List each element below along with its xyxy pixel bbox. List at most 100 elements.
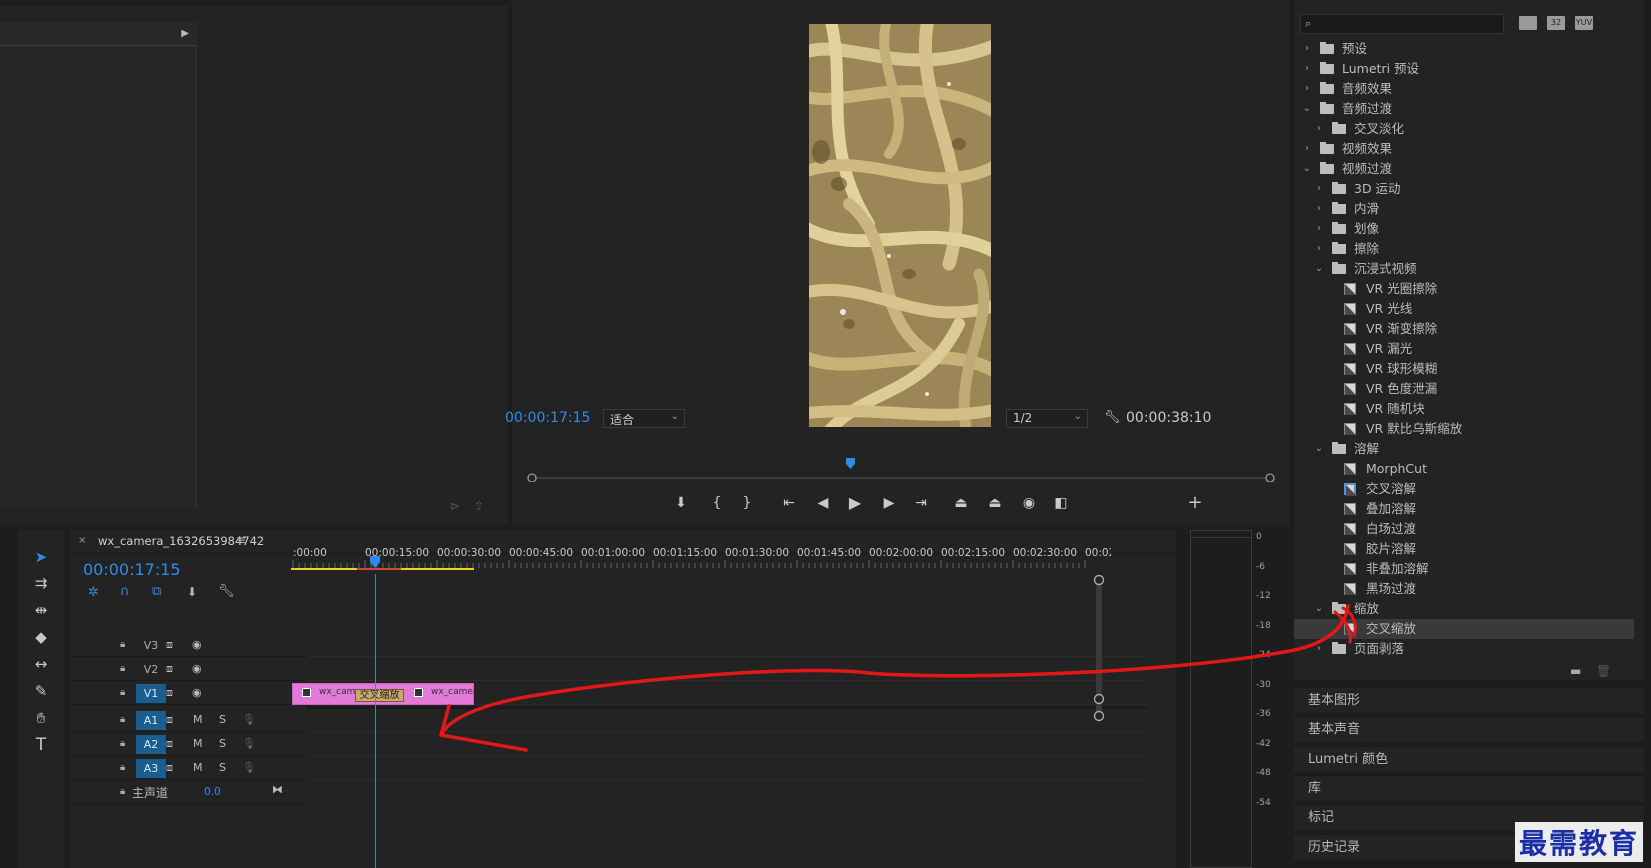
microphone-icon[interactable]: 🎙︎	[242, 737, 256, 750]
step-back-icon[interactable]: ◀︎	[814, 494, 832, 512]
selection-tool-icon[interactable]: ➤	[30, 546, 52, 568]
chevron-right-icon[interactable]: ›	[1302, 139, 1312, 159]
program-playhead[interactable]	[846, 458, 855, 469]
effects-folder[interactable]: › 音频效果	[1294, 79, 1634, 99]
effects-item[interactable]: 胶片溶解	[1294, 539, 1634, 559]
chevron-right-icon[interactable]: ›	[1314, 639, 1324, 659]
track-area-master[interactable]	[306, 781, 1146, 804]
effects-item[interactable]: VR 球形模糊	[1294, 359, 1634, 379]
chevron-right-icon[interactable]: ›	[1314, 199, 1324, 219]
type-tool-icon[interactable]: T	[30, 734, 52, 756]
lock-icon[interactable]: 🔒︎	[120, 639, 125, 650]
chevron-right-icon[interactable]: ›	[1302, 59, 1312, 79]
chevron-right-icon[interactable]: ›	[1314, 239, 1324, 259]
resolution-dropdown[interactable]: 1/2 ⌄	[1006, 409, 1088, 428]
lift-icon[interactable]: ⏏︎	[952, 494, 970, 512]
close-icon[interactable]: ×	[78, 535, 86, 546]
new-bin-icon[interactable]: ▬	[1570, 664, 1581, 678]
effects-folder[interactable]: › 内滑	[1294, 199, 1634, 219]
effects-item[interactable]: 叠加溶解	[1294, 499, 1634, 519]
effects-folder[interactable]: › 划像	[1294, 219, 1634, 239]
mute-button[interactable]: M	[193, 737, 203, 750]
program-out-handle[interactable]	[1265, 473, 1275, 482]
lock-icon[interactable]: 🔒︎	[120, 663, 125, 674]
step-forward-icon[interactable]: ▶︎	[880, 494, 898, 512]
insert-icon[interactable]: ⊳	[450, 499, 460, 513]
effects-item[interactable]: VR 光线	[1294, 299, 1634, 319]
effects-folder[interactable]: › 视频效果	[1294, 139, 1634, 159]
chevron-right-icon[interactable]: ›	[1314, 119, 1324, 139]
lock-icon[interactable]: 🔒︎	[120, 738, 125, 749]
track-label[interactable]: A3	[136, 759, 166, 778]
timeline-timecode[interactable]: 00:00:17:15	[83, 560, 181, 579]
lock-icon[interactable]: 🔒︎	[120, 762, 125, 773]
chevron-right-icon[interactable]: ›	[1302, 79, 1312, 99]
effects-folder[interactable]: › Lumetri 预设	[1294, 59, 1634, 79]
eye-icon[interactable]: ◉	[192, 686, 202, 699]
master-volume[interactable]: 0.0	[204, 786, 221, 798]
wrench-icon[interactable]: 🔧︎	[1104, 410, 1121, 425]
track-label[interactable]: V2	[136, 660, 166, 679]
solo-button[interactable]: S	[219, 737, 226, 750]
effects-item[interactable]: VR 漏光	[1294, 339, 1634, 359]
mute-button[interactable]: M	[193, 761, 203, 774]
add-button-icon[interactable]: +	[1186, 494, 1204, 512]
go-to-end-icon[interactable]: ⧓	[272, 783, 283, 796]
effects-item[interactable]: 交叉溶解	[1294, 479, 1634, 499]
lock-icon[interactable]: 🔒︎	[120, 687, 125, 698]
microphone-icon[interactable]: 🎙︎	[242, 761, 256, 774]
sync-lock-icon[interactable]: ⧈	[166, 761, 173, 775]
effects-folder[interactable]: ⌄ 缩放	[1294, 599, 1634, 619]
lock-icon[interactable]: 🔒︎	[120, 786, 125, 797]
chevron-down-icon[interactable]: ⌄	[1314, 439, 1324, 459]
yuv-icon[interactable]: YUV	[1575, 16, 1593, 30]
chevron-down-icon[interactable]: ⌄	[1314, 599, 1324, 619]
effects-folder[interactable]: › 页面剥落	[1294, 639, 1634, 659]
panel-essential-graphics[interactable]: 基本图形	[1294, 687, 1644, 713]
sync-lock-icon[interactable]: ⧈	[166, 737, 173, 751]
microphone-icon[interactable]: 🎙︎	[242, 713, 256, 726]
program-timecode[interactable]: 00:00:17:15	[505, 410, 590, 426]
track-select-tool-icon[interactable]: ⇉	[30, 572, 52, 594]
go-to-out-icon[interactable]: ⇥	[912, 494, 930, 512]
sync-lock-icon[interactable]: ⧈	[166, 662, 173, 676]
program-in-handle[interactable]	[527, 473, 537, 482]
effects-item[interactable]: 非叠加溶解	[1294, 559, 1634, 579]
effects-folder[interactable]: ⌄ 音频过渡	[1294, 99, 1634, 119]
effects-search-input[interactable]: ⌕	[1300, 14, 1504, 34]
sync-lock-icon[interactable]: ⧈	[166, 638, 173, 652]
nest-icon[interactable]: ✲	[88, 585, 99, 600]
track-area-a3[interactable]	[306, 757, 1146, 780]
effects-item[interactable]: 白场过渡	[1294, 519, 1634, 539]
effects-folder[interactable]: ⌄ 沉浸式视频	[1294, 259, 1634, 279]
timeline-ruler[interactable]: :00:00 00:00:15:00 00:00:30:00 00:00:45:00 0…	[291, 542, 1111, 592]
effects-item[interactable]: VR 渐变擦除	[1294, 319, 1634, 339]
effects-item[interactable]: VR 光圈擦除	[1294, 279, 1634, 299]
mark-in-icon[interactable]: {	[708, 494, 726, 512]
effects-folder[interactable]: › 预设	[1294, 39, 1634, 59]
chevron-down-icon[interactable]: ⌄	[1302, 159, 1312, 179]
solo-button[interactable]: S	[219, 761, 226, 774]
effects-item[interactable]: VR 默比乌斯缩放	[1294, 419, 1634, 439]
track-label[interactable]: A1	[136, 711, 166, 730]
timeline-settings-icon[interactable]: 🔧︎	[218, 584, 235, 599]
effects-folder[interactable]: › 3D 运动	[1294, 179, 1634, 199]
sync-lock-icon[interactable]: ⧈	[166, 686, 173, 700]
clip-v1[interactable]: wx_cam 交叉缩放 wx_camer	[292, 683, 477, 705]
track-label[interactable]: V3	[136, 636, 166, 655]
track-area-a1[interactable]	[306, 709, 1146, 732]
track-label[interactable]: A2	[136, 735, 166, 754]
play-icon[interactable]: ▶︎	[846, 494, 864, 512]
lock-icon[interactable]: 🔒︎	[120, 714, 125, 725]
track-label[interactable]: V1	[136, 684, 166, 703]
panel-essential-sound[interactable]: 基本声音	[1294, 716, 1644, 742]
chevron-right-icon[interactable]: ›	[1302, 39, 1312, 59]
solo-button[interactable]: S	[219, 713, 226, 726]
effects-item[interactable]: 黑场过渡	[1294, 579, 1634, 599]
effects-item[interactable]: MorphCut	[1294, 459, 1634, 479]
ripple-edit-tool-icon[interactable]: ⇹	[30, 599, 52, 621]
32bit-icon[interactable]: 32	[1547, 16, 1565, 30]
slip-tool-icon[interactable]: ↔	[30, 653, 52, 675]
menu-icon[interactable]: ≡	[236, 533, 246, 547]
export-frame-icon[interactable]: ◉	[1020, 494, 1038, 512]
